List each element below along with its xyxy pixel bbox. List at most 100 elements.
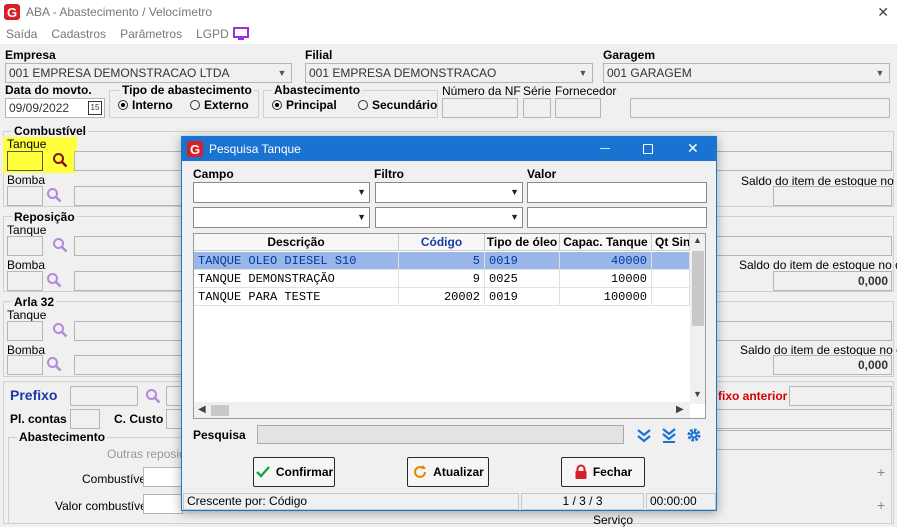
minimize-icon[interactable] xyxy=(600,148,610,149)
prefixo-input[interactable] xyxy=(70,386,138,406)
filial-select[interactable]: 001 EMPRESA DEMONSTRACAO ▼ xyxy=(305,63,593,83)
confirmar-button[interactable]: Confirmar xyxy=(253,457,335,487)
arla-bomba-input[interactable] xyxy=(7,355,43,375)
search-icon[interactable] xyxy=(46,272,62,288)
search-icon[interactable] xyxy=(145,388,161,404)
valor-combustivel-input[interactable] xyxy=(143,494,183,514)
plus-icon[interactable]: + xyxy=(877,464,885,480)
monitor-icon[interactable] xyxy=(232,27,249,41)
col-qt-sin[interactable]: Qt Sin xyxy=(652,234,690,251)
c-custo-extra-input[interactable] xyxy=(716,409,892,429)
search-icon[interactable] xyxy=(52,152,68,168)
data-movto-input[interactable]: 09/09/2022 15 xyxy=(5,98,105,118)
row-tipo-oleo: 0019 xyxy=(485,288,560,306)
reposicao-extra-input[interactable] xyxy=(716,236,892,256)
refresh-icon xyxy=(414,465,427,478)
chevron-down-icon: ▼ xyxy=(578,68,588,78)
externo-radio[interactable]: Externo xyxy=(190,98,249,112)
dialog-title-bar: G Pesquisa Tanque ✕ xyxy=(182,137,716,161)
prefixo-anterior-input[interactable] xyxy=(789,386,892,406)
pesquisa-input[interactable] xyxy=(257,425,624,444)
horizontal-scrollbar[interactable]: ◀ ▶ xyxy=(194,402,690,418)
scroll-right-icon[interactable]: ▶ xyxy=(676,404,684,415)
tanque-extra-input[interactable] xyxy=(716,151,892,171)
arla-extra-input[interactable] xyxy=(716,321,892,341)
col-codigo[interactable]: Código xyxy=(399,234,485,251)
result-grid[interactable]: Descrição Código Tipo de óleo Capac. Tan… xyxy=(193,233,706,419)
fechar-label: Fechar xyxy=(592,465,633,479)
filtro-select-2[interactable]: ▼ xyxy=(375,207,523,228)
close-icon[interactable]: ✕ xyxy=(687,140,699,157)
row-capac: 10000 xyxy=(560,270,652,288)
empresa-select[interactable]: 001 EMPRESA DEMONSTRACAO LTDA ▼ xyxy=(5,63,292,83)
combustivel2-input[interactable] xyxy=(143,467,183,487)
scroll-left-icon[interactable]: ◀ xyxy=(198,404,206,415)
tanque-label: Tanque xyxy=(7,308,47,322)
reposicao-tanque-desc[interactable] xyxy=(74,236,184,256)
tanque-desc-input[interactable] xyxy=(74,151,184,171)
saldo-reposicao-field: 0,000 xyxy=(773,271,892,291)
valor-input-1[interactable] xyxy=(527,182,707,203)
arla-tanque-desc[interactable] xyxy=(74,321,184,341)
fechar-button[interactable]: Fechar xyxy=(561,457,645,487)
search-icon[interactable] xyxy=(52,237,68,253)
prefixo-desc-input[interactable] xyxy=(166,386,182,406)
filtro-select-1[interactable]: ▼ xyxy=(375,182,523,203)
search-icon[interactable] xyxy=(46,356,62,372)
arla-tanque-input[interactable] xyxy=(7,321,43,341)
col-tipo-oleo[interactable]: Tipo de óleo xyxy=(485,234,560,251)
menu-parametros[interactable]: Parâmetros xyxy=(120,27,182,41)
bomba-label: Bomba xyxy=(7,173,46,187)
c-custo-input[interactable] xyxy=(166,409,182,429)
atualizar-button[interactable]: Atualizar xyxy=(407,457,489,487)
col-capac-tanque[interactable]: Capac. Tanque xyxy=(560,234,652,251)
campo-select-1[interactable]: ▼ xyxy=(193,182,370,203)
arla-bomba-desc[interactable] xyxy=(74,355,184,375)
tanque-input[interactable] xyxy=(7,151,43,171)
bomba-input[interactable] xyxy=(7,186,43,206)
title-bar: G ABA - Abastecimento / Velocímetro ✕ xyxy=(0,0,897,24)
search-icon[interactable] xyxy=(46,187,62,203)
fornecedor-name-input[interactable] xyxy=(630,98,890,118)
vertical-scrollbar[interactable]: ▲ ▼ xyxy=(690,234,705,404)
secundario-radio[interactable]: Secundário xyxy=(358,98,437,112)
atualizar-label: Atualizar xyxy=(433,465,484,479)
abastecimento-extra-input[interactable] xyxy=(716,430,892,450)
numero-nf-input[interactable] xyxy=(442,98,518,118)
h-scrollbar-thumb[interactable] xyxy=(211,405,229,416)
reposicao-tanque-input[interactable] xyxy=(7,236,43,256)
table-row[interactable]: TANQUE PARA TESTE 20002 0019 100000 xyxy=(194,288,690,306)
table-row[interactable]: TANQUE DEMONSTRAÇÃO 9 0025 10000 xyxy=(194,270,690,288)
arla-label: Arla 32 xyxy=(12,295,57,309)
reposicao-bomba-desc[interactable] xyxy=(74,271,184,291)
scroll-up-icon[interactable]: ▲ xyxy=(693,235,702,245)
valor-input-2[interactable] xyxy=(527,207,707,228)
valor-label: Valor xyxy=(527,167,557,181)
download-icon[interactable] xyxy=(661,427,677,443)
gear-icon[interactable] xyxy=(686,427,702,443)
maximize-icon[interactable] xyxy=(643,144,653,154)
fornecedor-code-input[interactable] xyxy=(555,98,601,118)
serie-input[interactable] xyxy=(523,98,551,118)
menu-lgpd[interactable]: LGPD xyxy=(196,27,229,41)
menu-saida[interactable]: Saída xyxy=(6,27,37,41)
bomba-desc-input[interactable] xyxy=(74,186,184,206)
principal-radio[interactable]: Principal xyxy=(272,98,337,112)
search-icon[interactable] xyxy=(52,322,68,338)
chevrons-down-icon[interactable] xyxy=(636,427,652,443)
reposicao-bomba-input[interactable] xyxy=(7,271,43,291)
table-row[interactable]: TANQUE OLEO DIESEL S10 5 0019 40000 xyxy=(194,252,690,270)
col-descricao[interactable]: Descrição xyxy=(194,234,399,251)
menu-cadastros[interactable]: Cadastros xyxy=(51,27,106,41)
interno-radio[interactable]: Interno xyxy=(118,98,173,112)
scrollbar-thumb[interactable] xyxy=(692,251,704,326)
calendar-icon[interactable]: 15 xyxy=(88,101,102,115)
garagem-select[interactable]: 001 GARAGEM ▼ xyxy=(603,63,890,83)
close-icon[interactable]: ✕ xyxy=(877,4,889,21)
scroll-down-icon[interactable]: ▼ xyxy=(693,389,702,399)
pl-contas-input[interactable] xyxy=(70,409,100,429)
numero-nf-label: Número da NF xyxy=(442,84,521,98)
row-descricao: TANQUE DEMONSTRAÇÃO xyxy=(194,270,399,288)
campo-select-2[interactable]: ▼ xyxy=(193,207,370,228)
plus-icon[interactable]: + xyxy=(877,497,885,513)
